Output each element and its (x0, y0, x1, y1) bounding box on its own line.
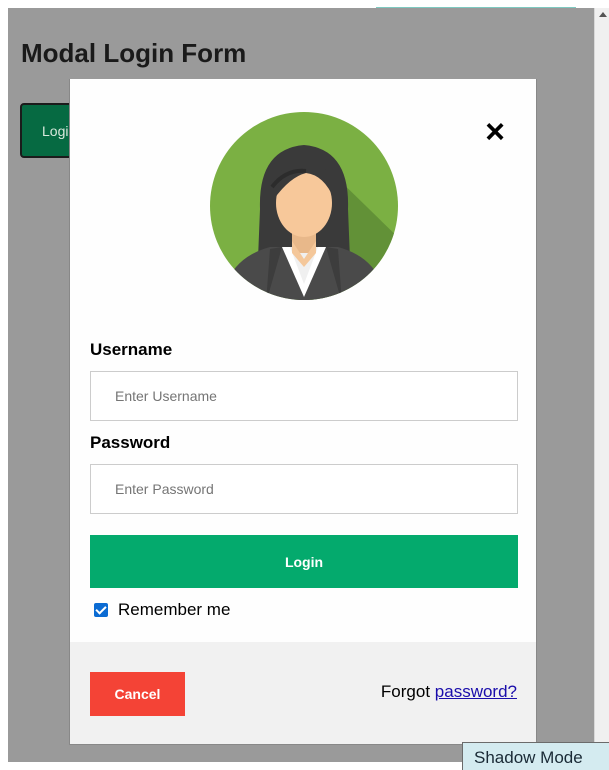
woman-avatar-icon (210, 109, 398, 308)
remember-me-checkbox[interactable] (94, 603, 108, 617)
remember-me-row[interactable]: Remember me (94, 600, 230, 620)
shadow-mode-tab[interactable]: Shadow Mode (462, 742, 609, 770)
password-label: Password (90, 433, 171, 452)
page-title: Modal Login Form (21, 38, 247, 68)
close-icon[interactable]: × (480, 115, 510, 149)
forgot-password-link[interactable]: password? (435, 682, 517, 701)
forgot-password-text: Forgot password? (381, 682, 517, 702)
forgot-prefix: Forgot (380, 682, 431, 701)
scroll-up-arrow-icon[interactable] (599, 12, 607, 17)
page-viewport: Modal Login Form Login × Username Enter … (8, 8, 594, 762)
login-button[interactable]: Login (90, 535, 518, 588)
username-input[interactable] (90, 371, 518, 421)
cancel-button[interactable]: Cancel (90, 672, 185, 716)
vertical-scrollbar[interactable] (594, 8, 609, 762)
login-modal: × Username Enter Username Password Login… (69, 79, 537, 745)
username-label: Username (90, 340, 173, 359)
password-input[interactable] (90, 464, 518, 514)
modal-footer: Cancel Forgot password? (70, 642, 536, 744)
remember-me-label: Remember me (118, 600, 231, 619)
